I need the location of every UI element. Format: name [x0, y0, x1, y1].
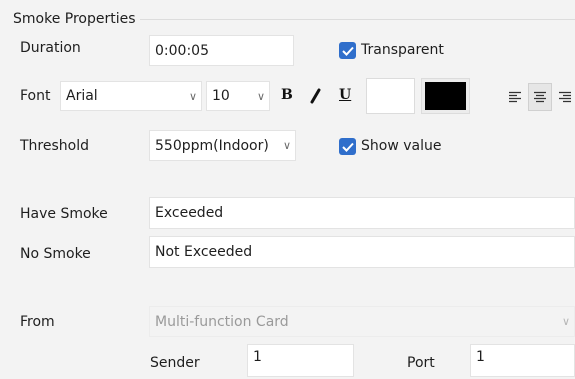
- have-smoke-label: Have Smoke: [20, 206, 108, 222]
- port-label: Port: [407, 355, 435, 371]
- sender-input[interactable]: 1: [247, 344, 354, 377]
- no-smoke-input[interactable]: Not Exceeded: [149, 236, 575, 268]
- from-value: Multi-function Card: [155, 313, 289, 330]
- threshold-label: Threshold: [20, 138, 89, 154]
- font-label: Font: [20, 88, 51, 104]
- threshold-select[interactable]: 550ppm(Indoor) ∨: [149, 130, 296, 161]
- italic-button[interactable]: [307, 88, 323, 104]
- duration-label: Duration: [20, 40, 81, 56]
- have-smoke-input[interactable]: Exceeded: [149, 197, 575, 229]
- bold-button[interactable]: B: [281, 87, 293, 103]
- section-divider: [140, 19, 575, 20]
- transparent-checkbox[interactable]: [339, 42, 356, 59]
- font-family-value: Arial: [66, 88, 98, 104]
- show-value-checkbox[interactable]: [339, 138, 356, 155]
- have-smoke-value: Exceeded: [155, 205, 224, 221]
- italic-icon: [310, 88, 321, 104]
- duration-input[interactable]: 0:00:05: [149, 35, 294, 66]
- chevron-down-icon: ∨: [282, 139, 291, 152]
- duration-value: 0:00:05: [155, 42, 209, 59]
- port-input[interactable]: 1: [470, 344, 575, 377]
- font-size-value: 10: [212, 88, 230, 104]
- chevron-down-icon: ∨: [256, 89, 265, 103]
- section-title: Smoke Properties: [13, 11, 136, 27]
- align-center-button[interactable]: [528, 83, 552, 111]
- port-value: 1: [476, 349, 485, 365]
- align-center-icon: [534, 91, 546, 103]
- no-smoke-value: Not Exceeded: [155, 244, 253, 260]
- checkmark-icon: [341, 46, 354, 56]
- show-value-label: Show value: [361, 138, 442, 154]
- chevron-down-icon: ∨: [561, 315, 570, 328]
- from-label: From: [20, 314, 55, 330]
- text-color-swatch[interactable]: [421, 78, 470, 114]
- sender-value: 1: [253, 349, 262, 365]
- font-size-select[interactable]: 10 ∨: [206, 81, 270, 111]
- align-right-icon: [559, 91, 571, 103]
- underline-button[interactable]: U: [339, 87, 351, 103]
- background-color-swatch[interactable]: [366, 78, 415, 114]
- threshold-value: 550ppm(Indoor): [155, 137, 269, 154]
- align-left-button[interactable]: [503, 83, 527, 111]
- transparent-label: Transparent: [361, 42, 444, 58]
- align-right-button[interactable]: [553, 83, 575, 111]
- no-smoke-label: No Smoke: [20, 246, 91, 262]
- align-left-icon: [509, 91, 521, 103]
- sender-label: Sender: [150, 355, 200, 371]
- text-color-fill: [425, 82, 466, 110]
- font-family-select[interactable]: Arial ∨: [60, 81, 202, 111]
- checkmark-icon: [341, 142, 354, 152]
- chevron-down-icon: ∨: [188, 89, 197, 103]
- from-select[interactable]: Multi-function Card ∨: [149, 306, 575, 337]
